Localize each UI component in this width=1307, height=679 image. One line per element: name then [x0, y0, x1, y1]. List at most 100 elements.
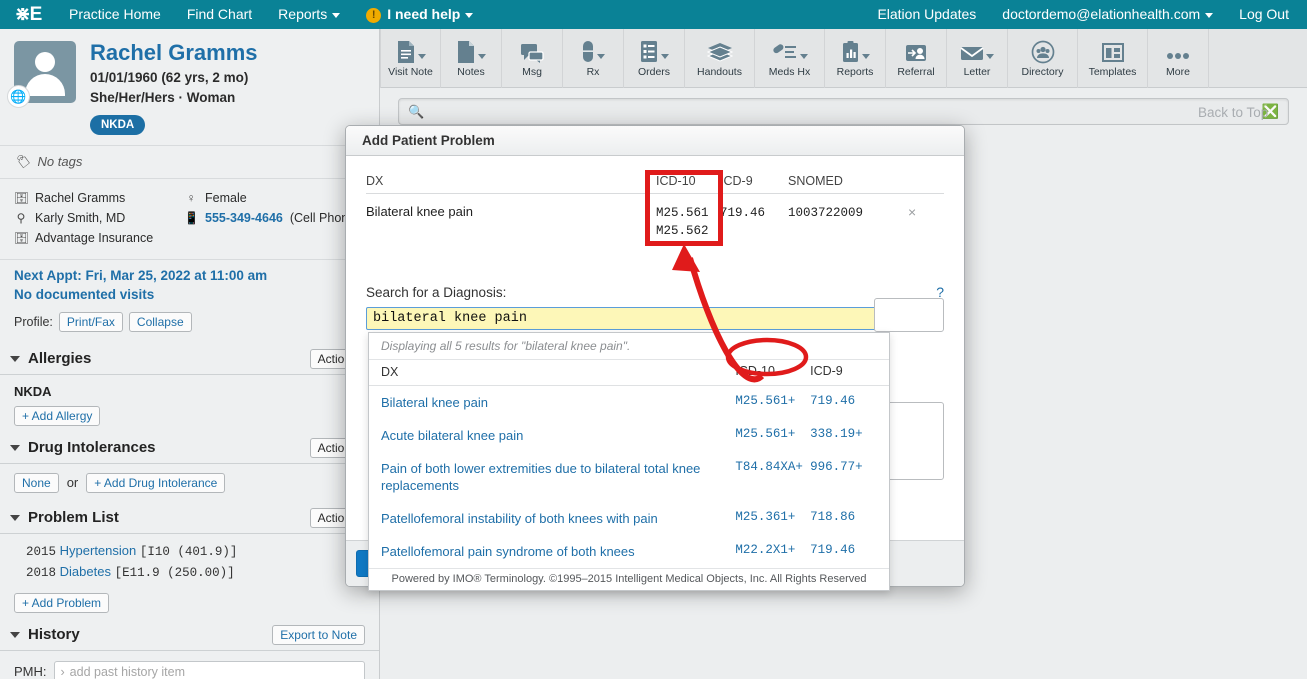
- list-item[interactable]: Patellofemoral pain syndrome of both kne…: [369, 535, 889, 568]
- insurance-card-icon: 🗄: [14, 228, 28, 248]
- nav-item-i-need-help[interactable]: !I need help: [353, 0, 486, 29]
- add-drug-intolerance-button[interactable]: + Add Drug Intolerance: [86, 473, 225, 493]
- nav-item-log-out[interactable]: Log Out: [1226, 0, 1307, 29]
- toolbar-button-notes[interactable]: Notes: [441, 29, 502, 88]
- toolbar-label: Letter: [964, 66, 991, 78]
- magnifier-icon: 🔍: [408, 104, 424, 120]
- chevron-down-icon[interactable]: [10, 356, 20, 362]
- section-title-history[interactable]: History: [10, 626, 80, 643]
- chart-search-input[interactable]: 🔍 ❎: [398, 98, 1289, 125]
- nav-item-reports[interactable]: Reports: [265, 0, 353, 29]
- nav-label: Reports: [278, 6, 327, 22]
- remove-dx-button[interactable]: ×: [908, 204, 944, 220]
- collapse-button[interactable]: Collapse: [129, 312, 192, 332]
- page-title[interactable]: Rachel Gramms: [90, 41, 258, 65]
- section-title-drug-intolerances[interactable]: Drug Intolerances: [10, 439, 156, 456]
- section-title-text: Drug Intolerances: [28, 439, 156, 456]
- stethoscope-icon: ⚲: [14, 208, 28, 228]
- documented-visits-link[interactable]: No documented visits: [14, 285, 365, 304]
- nav-label: Elation Updates: [877, 6, 976, 22]
- results-header-row: DX ICD-10 ICD-9: [369, 360, 889, 386]
- stack-of-pages-icon: [707, 39, 733, 64]
- result-icd9: 719.46: [810, 543, 879, 560]
- list-item[interactable]: Patellofemoral instability of both knees…: [369, 502, 889, 535]
- toolbar-button-reports[interactable]: Reports: [825, 29, 886, 88]
- problem-codes: [E11.9 (250.00)]: [115, 566, 235, 580]
- elation-logo-icon[interactable]: ⋇E: [0, 0, 56, 29]
- problem-codes: [I10 (401.9)]: [140, 545, 238, 559]
- tag-icon: 🏷: [14, 154, 31, 170]
- section-title-problem-list[interactable]: Problem List: [10, 509, 119, 526]
- list-item[interactable]: Bilateral knee pain M25.561+ 719.46: [369, 386, 889, 419]
- status-badge: NKDA: [90, 115, 145, 135]
- avatar[interactable]: 🌐: [14, 41, 76, 103]
- next-appointment-link[interactable]: Next Appt: Fri, Mar 25, 2022 at 11:00 am: [14, 266, 365, 285]
- toolbar-button-visit-note[interactable]: Visit Note: [380, 29, 441, 88]
- toolbar-button-directory[interactable]: Directory: [1008, 29, 1078, 88]
- spacer: [0, 651, 379, 661]
- list-item[interactable]: Acute bilateral knee pain M25.561+ 338.1…: [369, 419, 889, 452]
- toolbar-button-rx[interactable]: Rx: [563, 29, 624, 88]
- list-item: 2018 Diabetes [E11.9 (250.00)]: [14, 562, 365, 583]
- checklist-icon: [639, 39, 669, 64]
- dx-header-spacer: [908, 174, 944, 188]
- add-allergy-button[interactable]: + Add Allergy: [14, 406, 100, 426]
- toolbar-button-templates[interactable]: Templates: [1078, 29, 1148, 88]
- list-item[interactable]: Pain of both lower extremities due to bi…: [369, 452, 889, 502]
- search-diagnosis-input[interactable]: bilateral knee pain: [366, 307, 944, 330]
- envelope-icon: [960, 39, 994, 64]
- section-header-allergies: Allergies Actions: [0, 344, 379, 375]
- toolbar-button-referral[interactable]: Referral: [886, 29, 947, 88]
- dx-header-icd9: ICD-9: [720, 174, 788, 188]
- toolbar-button-handouts[interactable]: Handouts: [685, 29, 755, 88]
- chevron-down-icon: [332, 13, 340, 18]
- chevron-down-icon[interactable]: [10, 632, 20, 638]
- dialog-title-bar: Add Patient Problem: [346, 126, 964, 156]
- problem-name-link[interactable]: Diabetes: [60, 564, 111, 579]
- dialog-body: DX ICD-10 ICD-9 SNOMED Bilateral knee pa…: [346, 156, 964, 555]
- toolbar-button-more[interactable]: More: [1148, 29, 1209, 88]
- side-field-box[interactable]: [874, 298, 944, 332]
- toolbar-button-meds-hx[interactable]: Meds Hx: [755, 29, 825, 88]
- add-problem-row: + Add Problem: [14, 595, 365, 610]
- ellipsis-icon: [1165, 39, 1191, 64]
- pmh-row: PMH: › add past history item: [0, 661, 379, 679]
- nav-item-practice-home[interactable]: Practice Home: [56, 0, 174, 29]
- demographics-provider: ⚲Karly Smith, MD: [14, 208, 184, 228]
- nav-item-find-chart[interactable]: Find Chart: [174, 0, 265, 29]
- demographics-sex: ♀Female: [184, 188, 247, 208]
- print-fax-button[interactable]: Print/Fax: [59, 312, 123, 332]
- none-button[interactable]: None: [14, 473, 59, 493]
- document-lines-icon: [396, 39, 426, 64]
- toolbar-button-msg[interactable]: Msg: [502, 29, 563, 88]
- pmh-input[interactable]: › add past history item: [54, 661, 366, 679]
- toolbar-label: Rx: [587, 66, 600, 78]
- nav-item-elation-updates[interactable]: Elation Updates: [864, 0, 989, 29]
- list-item: 2015 Hypertension [I10 (401.9)]: [14, 541, 365, 562]
- nav-item-user-account[interactable]: doctordemo@elationhealth.com: [989, 0, 1226, 29]
- search-diagnosis-label: Search for a Diagnosis:: [366, 285, 506, 300]
- table-row: Bilateral knee pain M25.561 M25.562 719.…: [366, 194, 944, 240]
- add-patient-problem-dialog: Add Patient Problem DX ICD-10 ICD-9 SNOM…: [345, 125, 965, 587]
- chevron-down-icon: [800, 54, 808, 59]
- result-dx-name: Patellofemoral pain syndrome of both kne…: [381, 543, 735, 560]
- chevron-down-icon[interactable]: [10, 515, 20, 521]
- back-to-top-link[interactable]: Back to Top: [1198, 105, 1268, 120]
- avatar-body: [25, 74, 65, 96]
- allergies-body: NKDA + Add Allergy: [0, 375, 379, 431]
- result-dx-name: Pain of both lower extremities due to bi…: [381, 460, 735, 494]
- section-title-allergies[interactable]: Allergies: [10, 350, 91, 367]
- demographics-insurance: 🗄Advantage Insurance: [14, 228, 184, 248]
- demographics-row: 🗄Rachel Gramms ♀Female: [14, 188, 365, 208]
- id-card-icon: 🗄: [14, 188, 28, 208]
- toolbar-button-letter[interactable]: Letter: [947, 29, 1008, 88]
- patient-tags-row[interactable]: 🏷 No tags: [0, 145, 379, 179]
- add-problem-button[interactable]: + Add Problem: [14, 593, 109, 613]
- toolbar-button-orders[interactable]: Orders: [624, 29, 685, 88]
- problem-name-link[interactable]: Hypertension: [60, 543, 137, 558]
- demographics-name: 🗄Rachel Gramms: [14, 188, 184, 208]
- chevron-down-icon[interactable]: [10, 445, 20, 451]
- phone-link[interactable]: 555-349-4646: [205, 208, 283, 228]
- toolbar-label: Referral: [897, 66, 934, 78]
- export-to-note-button[interactable]: Export to Note: [272, 625, 365, 645]
